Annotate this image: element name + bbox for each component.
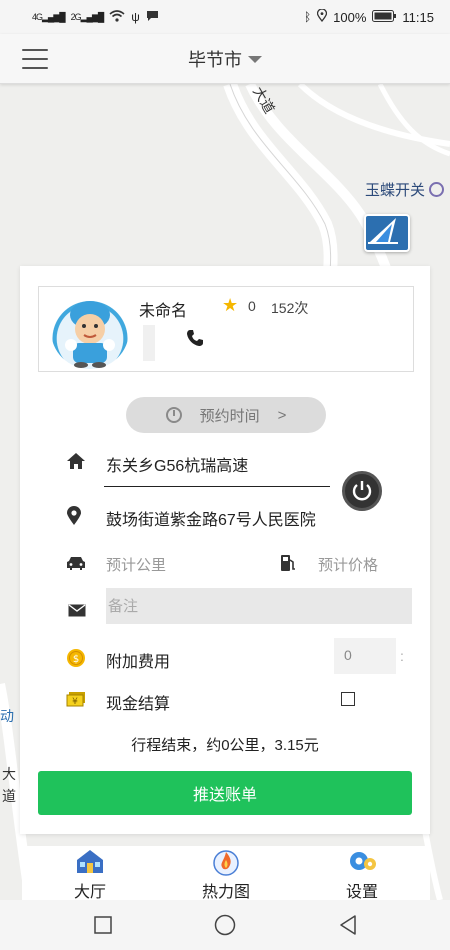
schedule-time-button[interactable]: 预约时间 > <box>126 397 326 433</box>
svg-text:¥: ¥ <box>72 697 78 707</box>
signal-4g-label: 4G <box>32 11 43 22</box>
est-price-field[interactable]: 预计价格 <box>318 554 378 575</box>
square-icon <box>93 916 112 934</box>
fuel-icon <box>280 554 296 578</box>
driver-rating: 0 <box>248 298 256 314</box>
order-panel: 未命名 ★ 0 152次 预约时间 > 东关乡G56杭瑞高速 鼓场街道紫金路67… <box>20 266 430 834</box>
bottom-tab-bar: 大厅 热力图 设置 <box>22 846 430 901</box>
cash-icon: ¥ <box>66 690 86 713</box>
cash-payment-checkbox[interactable] <box>341 692 355 706</box>
signal-2g-icon: 2G▂▄▆█ <box>70 11 105 22</box>
est-distance-field[interactable]: 预计公里 <box>106 554 166 575</box>
clock-icon <box>165 407 182 423</box>
message-icon <box>146 10 159 25</box>
redacted-phone-block <box>143 325 155 361</box>
city-selector[interactable]: 毕节市 <box>188 46 262 72</box>
clock-time: 11:15 <box>402 9 434 25</box>
phone-icon[interactable] <box>186 329 204 353</box>
home-button[interactable] <box>205 905 245 945</box>
schedule-time-label: 预约时间 <box>199 407 260 425</box>
triangle-back-icon <box>339 915 356 935</box>
usb-icon: ψ <box>131 10 140 24</box>
map-left-label-1: 动 <box>0 708 14 724</box>
extra-fee-label: 附加费用 <box>106 654 171 671</box>
home-icon <box>66 452 86 476</box>
metro-icon <box>429 182 444 197</box>
map-poi-name: 玉蝶开关 <box>364 182 425 199</box>
location-icon <box>317 8 328 25</box>
map-compass-button[interactable] <box>364 214 410 252</box>
tab-heatmap[interactable]: 热力图 <box>166 846 286 901</box>
status-right: ᛒ 100% 11:15 <box>303 8 434 25</box>
sail-logo-icon <box>368 218 398 244</box>
signal-2g-label: 2G <box>70 11 82 22</box>
remarks-input[interactable]: 备注 <box>106 588 412 624</box>
battery-percent: 100% <box>333 9 367 25</box>
back-button[interactable] <box>328 905 368 945</box>
tab-settings[interactable]: 设置 <box>302 846 422 901</box>
extra-fee-input[interactable]: 0 <box>334 638 396 674</box>
mail-icon <box>68 600 86 623</box>
app-header: 毕节市 <box>0 34 450 84</box>
menu-icon[interactable] <box>22 49 48 69</box>
circle-icon <box>214 914 236 936</box>
avatar-illustration <box>65 301 115 368</box>
car-icon <box>66 554 86 577</box>
from-divider <box>104 486 330 487</box>
power-toggle-button[interactable] <box>342 471 382 511</box>
star-icon: ★ <box>222 295 239 315</box>
city-name: 毕节市 <box>188 49 242 70</box>
map-left-label-3: 道 <box>2 788 16 804</box>
from-address: 东关乡G56杭瑞高速 <box>106 458 249 475</box>
tab-hall[interactable]: 大厅 <box>30 846 150 901</box>
settings-icon <box>346 848 378 874</box>
tab-settings-label: 设置 <box>345 884 378 901</box>
cash-payment-label: 现金结算 <box>106 696 171 713</box>
bluetooth-icon: ᛒ <box>303 10 312 24</box>
push-bill-button[interactable]: 推送账单 <box>38 771 412 815</box>
driver-name: 未命名 <box>139 303 188 320</box>
coin-icon: $ <box>66 648 86 674</box>
heatmap-icon <box>212 848 240 876</box>
tab-hall-label: 大厅 <box>73 884 106 901</box>
status-left: 4G▂▄▆█ 2G▂▄▆█ ψ <box>32 9 159 25</box>
battery-icon <box>372 9 397 25</box>
signal-4g-icon: 4G▂▄▆█ <box>32 11 66 22</box>
trip-summary: 行程结束，约0公里，3.15元 <box>131 737 319 754</box>
extra-fee-separator: : <box>400 648 404 664</box>
power-icon <box>352 481 372 501</box>
chevron-right-icon: > <box>277 406 287 424</box>
map-left-label-2: 大 <box>2 766 16 782</box>
status-bar: 4G▂▄▆█ 2G▂▄▆█ ψ ᛒ 100% 11:15 <box>0 0 450 34</box>
map-poi-label[interactable]: 玉蝶开关 <box>365 179 444 200</box>
driver-avatar <box>51 293 129 369</box>
location-pin-icon <box>66 506 82 532</box>
driver-card: 未命名 ★ 0 152次 <box>38 286 414 372</box>
hall-icon <box>74 848 106 874</box>
tab-heatmap-label: 热力图 <box>201 884 250 901</box>
dropdown-caret-icon <box>248 56 262 63</box>
recent-apps-button[interactable] <box>83 905 123 945</box>
wifi-icon <box>109 9 125 25</box>
to-address: 鼓场街道紫金路67号人民医院 <box>106 512 316 529</box>
driver-trip-count: 152次 <box>271 300 309 316</box>
svg-text:$: $ <box>73 654 79 665</box>
system-nav-bar <box>0 900 450 950</box>
